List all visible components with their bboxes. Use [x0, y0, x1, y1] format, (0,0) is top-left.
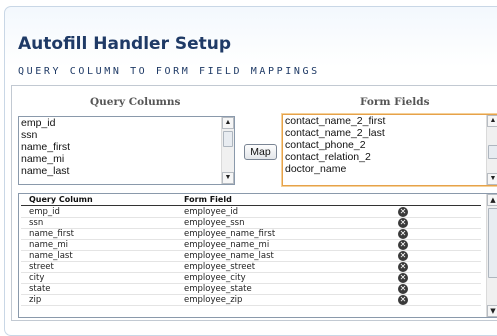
column-header-query-column: Query Column: [29, 195, 93, 204]
remove-mapping-icon[interactable]: ✕: [398, 218, 408, 228]
table-row: city employee_city ✕: [19, 273, 485, 284]
scroll-down-arrow-icon[interactable]: ▼: [487, 305, 497, 317]
form-field-option[interactable]: contact_name_2_first: [283, 115, 497, 127]
remove-mapping-icon[interactable]: ✕: [398, 251, 408, 261]
remove-mapping-icon[interactable]: ✕: [398, 207, 408, 217]
table-row: name_first employee_name_first ✕: [19, 229, 485, 240]
query-column-option[interactable]: name_last: [19, 165, 234, 177]
form-fields-scrollbar[interactable]: ▲ ▼: [486, 115, 497, 185]
form-fields-list[interactable]: contact_name_2_first contact_name_2_last…: [282, 114, 497, 186]
header-divider: [21, 205, 481, 206]
map-button[interactable]: Map: [244, 144, 277, 160]
scroll-thumb[interactable]: [488, 208, 497, 278]
scroll-up-arrow-icon[interactable]: ▲: [222, 117, 234, 129]
form-field-option[interactable]: doctor_name: [283, 163, 497, 175]
remove-mapping-icon[interactable]: ✕: [398, 273, 408, 283]
scroll-thumb[interactable]: [223, 131, 233, 147]
query-columns-list[interactable]: emp_id ssn name_first name_mi name_last …: [18, 116, 235, 185]
remove-mapping-icon[interactable]: ✕: [398, 262, 408, 272]
table-row: ssn employee_ssn ✕: [19, 218, 485, 229]
table-row: zip employee_zip ✕: [19, 295, 485, 306]
remove-mapping-icon[interactable]: ✕: [398, 284, 408, 294]
form-field-option[interactable]: contact_name_2_last: [283, 127, 497, 139]
query-column-option[interactable]: name_mi: [19, 153, 234, 165]
table-row: name_last employee_name_last ✕: [19, 251, 485, 262]
form-fields-header: Form Fields: [360, 96, 430, 108]
table-row: state employee_state ✕: [19, 284, 485, 295]
scroll-up-arrow-icon[interactable]: ▲: [487, 194, 497, 206]
column-header-form-field: Form Field: [184, 195, 232, 204]
table-row: name_mi employee_name_mi ✕: [19, 240, 485, 251]
query-column-option[interactable]: ssn: [19, 129, 234, 141]
remove-mapping-icon[interactable]: ✕: [398, 295, 408, 305]
mappings-table: Query Column Form Field emp_id employee_…: [18, 193, 497, 318]
form-field-option[interactable]: contact_relation_2: [283, 151, 497, 163]
query-columns-header: Query Columns: [90, 96, 181, 108]
mappings-table-scrollbar[interactable]: ▲ ▼: [486, 194, 497, 317]
query-column-option[interactable]: emp_id: [19, 117, 234, 129]
remove-mapping-icon[interactable]: ✕: [398, 229, 408, 239]
scroll-thumb[interactable]: [488, 145, 497, 159]
form-field-option[interactable]: contact_phone_2: [283, 139, 497, 151]
query-column-option[interactable]: name_first: [19, 141, 234, 153]
page-title: Autofill Handler Setup: [18, 34, 232, 54]
table-row: emp_id employee_id ✕: [19, 207, 485, 218]
scroll-down-arrow-icon[interactable]: ▼: [222, 172, 234, 184]
query-columns-scrollbar[interactable]: ▲ ▼: [221, 117, 234, 184]
table-row: street employee_street ✕: [19, 262, 485, 273]
scroll-up-arrow-icon[interactable]: ▲: [487, 115, 497, 127]
section-subtitle: QUERY COLUMN TO FORM FIELD MAPPINGS: [18, 66, 320, 77]
remove-mapping-icon[interactable]: ✕: [398, 240, 408, 250]
scroll-down-arrow-icon[interactable]: ▼: [487, 173, 497, 185]
